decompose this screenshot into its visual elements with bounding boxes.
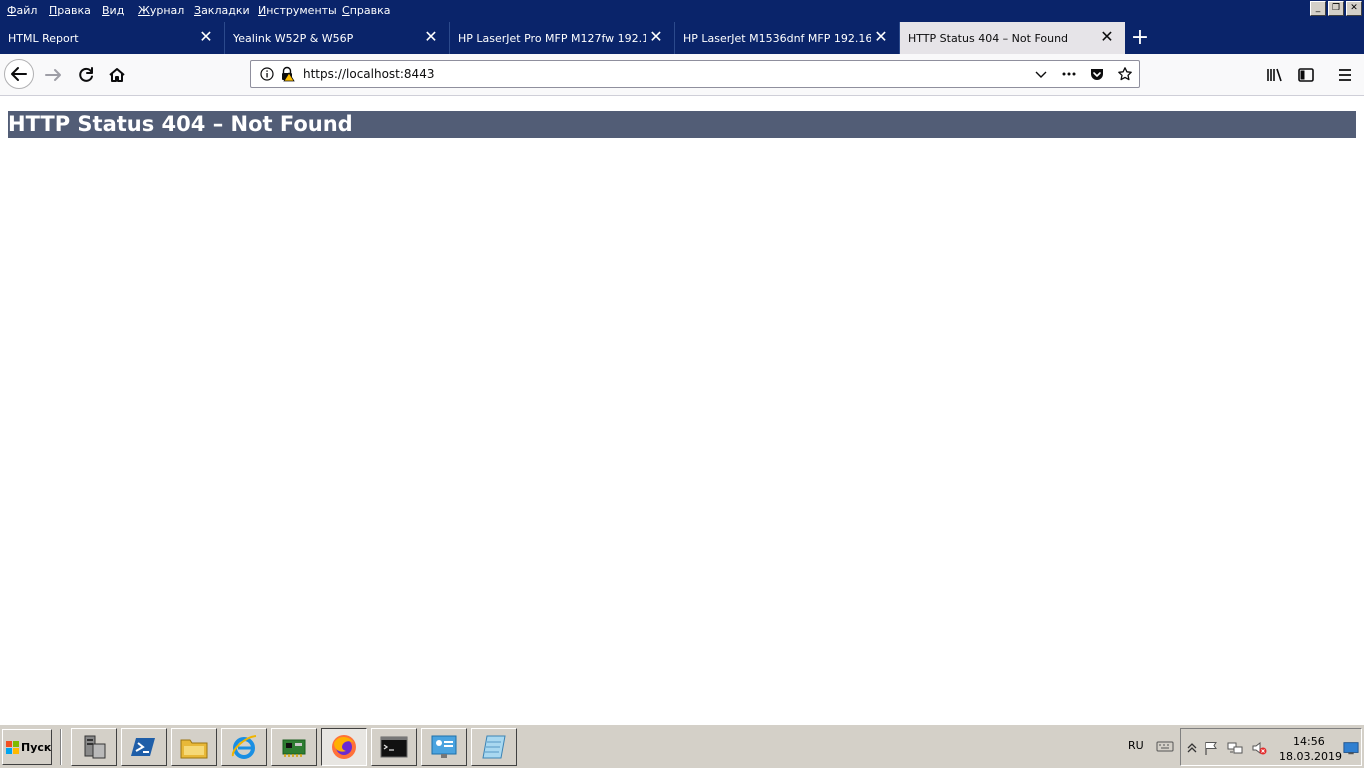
sidebar-icon <box>1298 68 1314 82</box>
reload-icon <box>79 67 93 82</box>
start-label: Пуск <box>21 741 52 754</box>
tab-hp-m127fw[interactable]: HP LaserJet Pro MFP M127fw 192.168 ✕ <box>450 22 675 54</box>
sidebar-button[interactable] <box>1292 61 1320 89</box>
forward-button[interactable] <box>40 61 68 89</box>
windows-logo-icon <box>6 741 19 754</box>
close-tab-icon[interactable]: ✕ <box>873 29 889 45</box>
taskbar-explorer[interactable] <box>171 728 217 766</box>
tab-bar: HTML Report ✕ Yealink W52P & W56P ✕ HP L… <box>0 22 1364 54</box>
internet-explorer-icon <box>231 735 257 759</box>
menu-file[interactable]: Файл <box>7 4 37 18</box>
server-manager-icon <box>84 735 106 759</box>
language-indicator[interactable]: RU <box>1128 739 1144 752</box>
back-button[interactable] <box>4 59 34 89</box>
home-button[interactable] <box>103 61 131 89</box>
close-tab-icon[interactable]: ✕ <box>648 29 664 45</box>
minimize-button[interactable]: _ <box>1310 1 1326 16</box>
close-tab-icon[interactable]: ✕ <box>423 29 439 45</box>
firefox-icon <box>332 735 356 759</box>
start-button[interactable]: Пуск <box>2 729 52 765</box>
taskbar-internet-explorer[interactable] <box>221 728 267 766</box>
tab-title: HP LaserJet Pro MFP M127fw 192.168 <box>458 32 646 45</box>
url-input[interactable]: https://localhost:8443 <box>303 67 434 81</box>
library-button[interactable] <box>1261 61 1289 89</box>
tab-title: Yealink W52P & W56P <box>233 32 354 45</box>
insecure-lock-icon[interactable] <box>279 66 295 82</box>
taskbar: Пуск RU 14:56 18.03.2019 <box>0 724 1364 768</box>
tab-http-404[interactable]: HTTP Status 404 – Not Found ✕ <box>900 22 1125 54</box>
taskbar-separator <box>60 729 62 765</box>
clock-time[interactable]: 14:56 <box>1293 735 1325 748</box>
close-tab-icon[interactable]: ✕ <box>1099 29 1115 45</box>
reload-button[interactable] <box>72 61 100 89</box>
chevron-up-icon[interactable] <box>1184 740 1200 756</box>
info-icon[interactable] <box>259 66 275 82</box>
tab-title: HTTP Status 404 – Not Found <box>908 32 1069 45</box>
tab-title: HP LaserJet M1536dnf MFP 192.168... <box>683 32 871 45</box>
notepad-icon <box>482 735 506 759</box>
page-title: HTTP Status 404 – Not Found <box>8 111 1356 138</box>
taskbar-notes-app[interactable] <box>471 728 517 766</box>
taskbar-firefox[interactable] <box>321 728 367 766</box>
tab-yealink[interactable]: Yealink W52P & W56P ✕ <box>225 22 450 54</box>
pocket-icon[interactable] <box>1089 66 1105 82</box>
taskbar-server-manager[interactable] <box>71 728 117 766</box>
taskbar-command-prompt[interactable] <box>371 728 417 766</box>
url-bar[interactable]: https://localhost:8443 <box>250 60 1140 88</box>
volume-muted-icon[interactable] <box>1251 740 1267 756</box>
menu-history[interactable]: Журнал <box>138 4 184 18</box>
bookmark-star-icon[interactable] <box>1117 66 1133 82</box>
menu-tools[interactable]: Инструменты <box>258 4 337 18</box>
window-controls: _ ❐ ✕ <box>1310 1 1362 17</box>
network-icon[interactable] <box>1227 740 1243 756</box>
folder-icon <box>180 739 208 759</box>
menu-bookmarks[interactable]: Закладки <box>194 4 250 18</box>
home-icon <box>109 68 125 82</box>
close-tab-icon[interactable]: ✕ <box>198 29 214 45</box>
library-icon <box>1267 68 1282 82</box>
menu-edit[interactable]: Правка <box>49 4 91 18</box>
command-prompt-icon <box>380 736 408 758</box>
powershell-icon <box>131 738 155 756</box>
restore-button[interactable]: ❐ <box>1328 1 1344 16</box>
taskbar-control-panel[interactable] <box>421 728 467 766</box>
tab-title: HTML Report <box>8 32 79 45</box>
menu-button[interactable] <box>1331 61 1359 89</box>
tab-hp-m1536dnf[interactable]: HP LaserJet M1536dnf MFP 192.168... ✕ <box>675 22 900 54</box>
menu-bar: Файл Правка Вид Журнал Закладки Инструме… <box>0 0 1364 22</box>
menu-view[interactable]: Вид <box>102 4 124 18</box>
show-desktop-icon[interactable] <box>1343 740 1359 756</box>
page-actions-icon[interactable] <box>1061 66 1077 82</box>
menu-help[interactable]: Справка <box>342 4 390 18</box>
arrow-left-icon <box>11 67 27 81</box>
system-tray: 14:56 18.03.2019 <box>1180 728 1362 766</box>
taskbar-network-app[interactable] <box>271 728 317 766</box>
navigation-toolbar: https://localhost:8443 <box>0 54 1364 96</box>
taskbar-powershell[interactable] <box>121 728 167 766</box>
new-tab-button[interactable]: + <box>1128 26 1152 50</box>
keyboard-icon[interactable] <box>1156 739 1174 753</box>
hamburger-menu-icon <box>1339 69 1351 81</box>
network-card-icon <box>282 739 306 757</box>
arrow-right-icon <box>45 69 61 81</box>
clock-date[interactable]: 18.03.2019 <box>1279 750 1342 763</box>
chevron-down-icon[interactable] <box>1033 66 1049 82</box>
control-panel-icon <box>431 735 457 758</box>
action-center-flag-icon[interactable] <box>1203 740 1219 756</box>
tab-html-report[interactable]: HTML Report ✕ <box>0 22 225 54</box>
close-window-button[interactable]: ✕ <box>1346 1 1362 16</box>
